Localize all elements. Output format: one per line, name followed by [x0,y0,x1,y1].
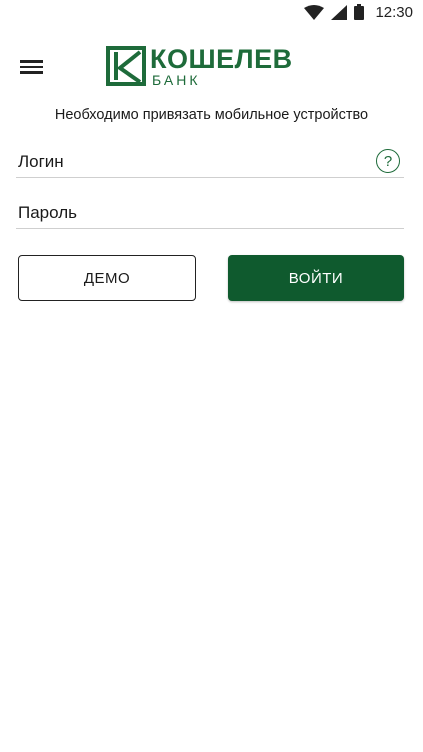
status-time: 12:30 [375,3,413,21]
help-icon[interactable]: ? [376,149,400,173]
logo-name: КОШЕЛЕВ [150,44,293,74]
login-button[interactable]: ВОЙТИ [228,255,404,301]
login-field-container: ? [16,148,404,178]
status-bar: 12:30 [0,0,423,24]
logo-mark-icon [106,46,146,86]
hamburger-menu-icon[interactable] [20,56,46,78]
cell-signal-icon [331,4,348,20]
device-binding-notice: Необходимо привязать мобильное устройств… [54,107,369,123]
login-screen: 12:30 КОШЕЛЕВ БАНК Необходимо привязать … [0,0,423,752]
wifi-icon [304,4,325,20]
bank-logo: КОШЕЛЕВ БАНК [106,46,293,88]
logo-subtitle: БАНК [152,72,201,88]
password-input[interactable] [18,199,368,227]
login-input[interactable] [18,148,368,176]
password-field-container [16,199,404,229]
battery-icon [354,4,365,20]
demo-button[interactable]: ДЕМО [18,255,196,301]
